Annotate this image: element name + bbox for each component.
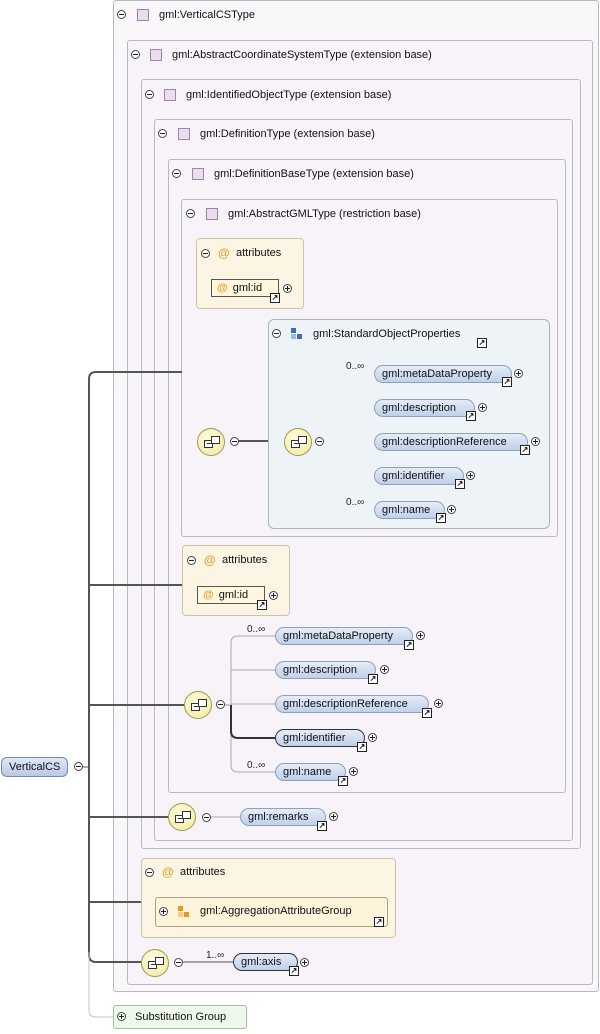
attribute-group-icon xyxy=(178,906,190,918)
expand-toggle[interactable] xyxy=(283,284,292,293)
expand-toggle[interactable] xyxy=(159,907,168,916)
attribute-icon: @ xyxy=(217,282,228,294)
collapse-toggle[interactable] xyxy=(145,868,154,877)
link-arrow-icon[interactable]: ↗ xyxy=(289,966,299,976)
occurrence-label: 0..∞ xyxy=(346,361,365,372)
collapse-toggle[interactable] xyxy=(216,700,225,709)
root-element-vertical-cs[interactable]: VerticalCS xyxy=(1,757,69,777)
expand-toggle[interactable] xyxy=(514,369,523,378)
collapse-toggle[interactable] xyxy=(315,437,324,446)
sequence-compositor-icon[interactable] xyxy=(197,428,225,456)
element-description[interactable]: gml:description xyxy=(374,399,475,417)
link-arrow-icon[interactable]: ↗ xyxy=(520,445,530,455)
link-arrow-icon[interactable]: ↗ xyxy=(368,674,378,684)
attributes-label: attributes xyxy=(180,866,226,878)
expand-toggle[interactable] xyxy=(300,958,309,967)
attributes-label: attributes xyxy=(222,554,268,566)
expand-toggle[interactable] xyxy=(117,1012,126,1021)
element-remarks[interactable]: gml:remarks xyxy=(240,808,326,826)
element-identifier[interactable]: gml:identifier xyxy=(275,729,365,747)
element-identifier[interactable]: gml:identifier xyxy=(374,467,464,485)
expand-toggle[interactable] xyxy=(349,767,358,776)
occurrence-label: 0..∞ xyxy=(346,497,365,508)
expand-toggle[interactable] xyxy=(329,812,338,821)
occurrence-label: 0..∞ xyxy=(247,624,266,635)
element-meta-data-property[interactable]: gml:metaDataProperty xyxy=(374,365,512,383)
sequence-compositor-icon[interactable] xyxy=(168,803,196,831)
sequence-compositor-icon[interactable] xyxy=(141,949,169,977)
collapse-toggle[interactable] xyxy=(74,762,83,771)
collapse-toggle[interactable] xyxy=(174,958,183,967)
collapse-toggle[interactable] xyxy=(272,329,281,338)
expand-toggle[interactable] xyxy=(368,733,377,742)
element-description[interactable]: gml:description xyxy=(275,661,376,679)
substitution-group-label: Substitution Group xyxy=(135,1011,227,1023)
element-meta-data-property[interactable]: gml:metaDataProperty xyxy=(275,627,413,645)
collapse-toggle[interactable] xyxy=(201,249,210,258)
expand-toggle[interactable] xyxy=(434,699,443,708)
gml-id-label: gml:id xyxy=(218,589,249,601)
attribute-icon: @ xyxy=(162,865,174,879)
attribute-icon: @ xyxy=(218,246,230,260)
link-arrow-icon[interactable]: ↗ xyxy=(455,479,465,489)
link-arrow-icon[interactable]: ↗ xyxy=(338,776,348,786)
standard-object-properties-title: gml:StandardObjectProperties xyxy=(313,328,461,340)
element-description-reference[interactable]: gml:descriptionReference xyxy=(275,695,429,713)
link-arrow-icon[interactable]: ↗ xyxy=(317,821,327,831)
sequence-compositor-icon[interactable] xyxy=(284,428,312,456)
attribute-icon: @ xyxy=(204,553,216,567)
expand-toggle[interactable] xyxy=(380,665,389,674)
expand-toggle[interactable] xyxy=(269,591,278,600)
gml-id-attribute[interactable]: @ gml:id xyxy=(211,279,279,297)
expand-toggle[interactable] xyxy=(478,403,487,412)
link-arrow-icon[interactable]: ↗ xyxy=(357,742,367,752)
occurrence-label: 1..∞ xyxy=(206,950,225,961)
group-icon xyxy=(291,328,303,340)
element-name[interactable]: gml:name xyxy=(374,501,445,519)
link-arrow-icon[interactable]: ↗ xyxy=(502,377,512,387)
expand-toggle[interactable] xyxy=(416,631,425,640)
occurrence-label: 0..∞ xyxy=(247,760,266,771)
link-arrow-icon[interactable]: ↗ xyxy=(422,708,432,718)
attributes-label: attributes xyxy=(236,247,282,259)
collapse-toggle[interactable] xyxy=(202,813,211,822)
aggregation-attribute-group-label: gml:AggregationAttributeGroup xyxy=(200,905,352,917)
attribute-icon: @ xyxy=(203,589,214,601)
expand-toggle[interactable] xyxy=(447,505,456,514)
link-arrow-icon[interactable]: ↗ xyxy=(466,411,476,421)
gml-id-label: gml:id xyxy=(232,282,263,294)
element-description-reference[interactable]: gml:descriptionReference xyxy=(374,433,528,451)
standard-object-properties-frame xyxy=(268,319,550,529)
link-arrow-icon[interactable]: ↗ xyxy=(374,917,384,927)
expand-toggle[interactable] xyxy=(466,471,475,480)
link-arrow-icon[interactable]: ↗ xyxy=(257,600,267,610)
collapse-toggle[interactable] xyxy=(230,437,239,446)
expand-toggle[interactable] xyxy=(531,437,540,446)
gml-id-attribute[interactable]: @ gml:id xyxy=(197,586,265,604)
link-arrow-icon[interactable]: ↗ xyxy=(477,338,487,348)
link-arrow-icon[interactable]: ↗ xyxy=(404,640,414,650)
element-name[interactable]: gml:name xyxy=(275,763,346,781)
sequence-compositor-icon[interactable] xyxy=(184,691,212,719)
link-arrow-icon[interactable]: ↗ xyxy=(436,513,446,523)
collapse-toggle[interactable] xyxy=(187,556,196,565)
link-arrow-icon[interactable]: ↗ xyxy=(270,293,280,303)
